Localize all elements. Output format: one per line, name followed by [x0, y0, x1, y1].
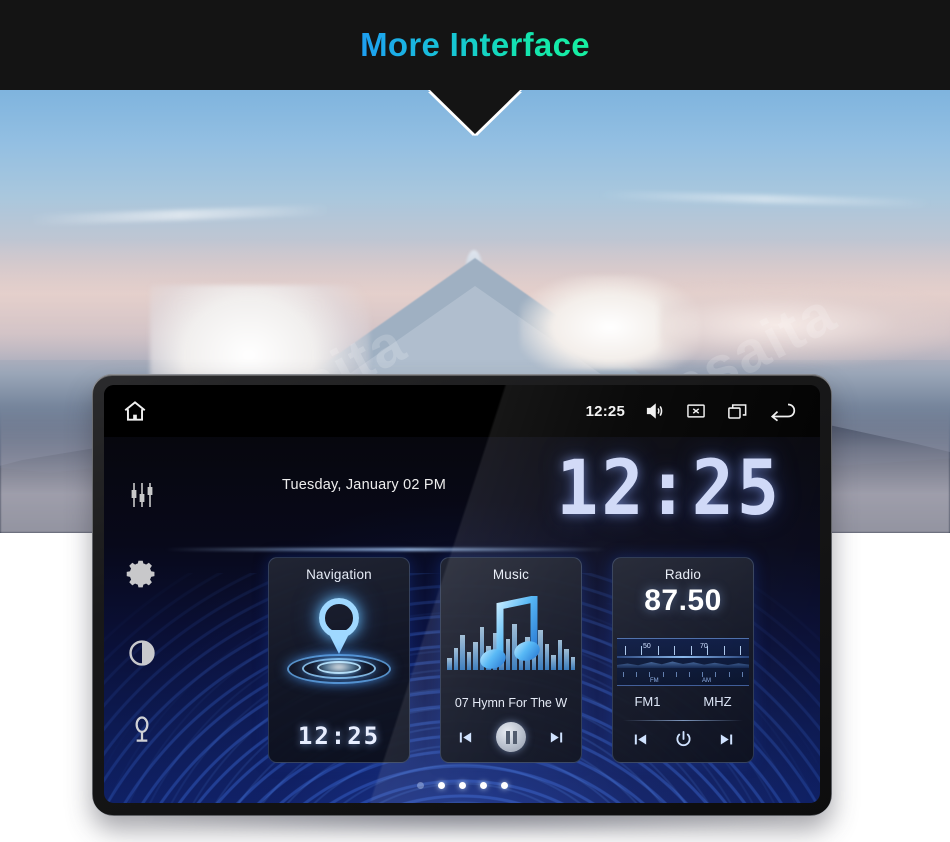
music-note-graphic — [441, 596, 581, 686]
radio-card-title: Radio — [664, 567, 702, 582]
close-box-icon[interactable] — [685, 400, 707, 422]
recent-apps-icon[interactable] — [726, 400, 749, 423]
device-screen: 12:25 Tuesday, January 02 PM 12:25 Navig… — [104, 385, 820, 803]
power-icon[interactable] — [673, 729, 694, 750]
status-bar: 12:25 — [104, 385, 820, 437]
sidebar — [104, 437, 180, 803]
page-dot-1[interactable] — [416, 782, 424, 789]
navigation-graphic — [269, 582, 409, 690]
tuner-band-label-fm: FM — [650, 678, 659, 684]
tuner-scale-bar — [617, 656, 749, 658]
status-bar-right: 12:25 — [586, 398, 798, 424]
radio-tuner-scale[interactable]: 50 70 FM AM — [617, 638, 749, 686]
next-track-icon[interactable] — [548, 729, 565, 746]
page-dot-4[interactable] — [479, 782, 487, 789]
tuner-band-label-am: AM — [702, 678, 711, 684]
tuner-signal-wave — [617, 661, 749, 668]
hero-cloud-streak-right — [599, 190, 931, 208]
nav-ring-glow — [316, 658, 362, 676]
pause-icon[interactable] — [496, 722, 526, 752]
volume-icon[interactable] — [644, 400, 666, 422]
tuner-major-ticks — [617, 644, 749, 656]
hero-cloud-streak — [29, 204, 331, 226]
radio-band[interactable]: FM1 — [634, 694, 660, 709]
navigation-card-title: Navigation — [306, 567, 372, 582]
previous-track-icon[interactable] — [457, 729, 474, 746]
page-dot-2[interactable] — [437, 782, 445, 789]
tuner-number-2: 70 — [700, 643, 708, 650]
music-card[interactable]: Music 07 Hymn For The W — [440, 557, 582, 763]
chevron-down-icon — [430, 90, 520, 134]
header-band: More Interface — [0, 0, 950, 90]
clock-divider-glow — [164, 548, 608, 551]
sidebar-item-microphone[interactable] — [126, 714, 158, 746]
date-label: Tuesday, January 02 PM — [282, 477, 446, 493]
previous-station-icon[interactable] — [632, 731, 649, 748]
home-icon[interactable] — [122, 398, 148, 424]
navigation-card[interactable]: Navigation 12:25 — [268, 557, 410, 763]
sidebar-item-brightness[interactable] — [126, 637, 158, 669]
navigation-card-clock: 12:25 — [297, 722, 381, 750]
radio-unit: MHZ — [703, 694, 732, 709]
sidebar-item-settings[interactable] — [125, 557, 159, 591]
sidebar-item-equalizer[interactable] — [125, 478, 159, 512]
next-station-icon[interactable] — [718, 731, 735, 748]
clock-panel: Tuesday, January 02 PM 12:25 — [180, 437, 820, 549]
music-note-icon — [480, 596, 540, 669]
large-clock: 12:25 — [556, 443, 782, 533]
status-bar-clock: 12:25 — [585, 402, 625, 420]
map-pin-icon — [319, 598, 359, 638]
radio-card[interactable]: Radio 87.50 50 70 FM AM FM1 MHZ — [612, 557, 754, 763]
widget-cards: Navigation 12:25 Music 07 Hymn For The W… — [180, 557, 820, 767]
music-track-title: 07 Hymn For The W — [454, 696, 568, 710]
status-bar-left — [122, 398, 148, 424]
page-dot-3[interactable] — [458, 782, 466, 789]
car-head-unit-device: 12:25 Tuesday, January 02 PM 12:25 Navig… — [92, 374, 832, 816]
radio-band-row: FM1 MHZ — [613, 694, 753, 709]
tuner-minor-ticks — [617, 670, 749, 678]
radio-frequency: 87.50 — [644, 584, 722, 617]
radio-divider — [623, 720, 743, 721]
screenshot-root: More Interface dasaita dasaita — [0, 0, 950, 842]
music-card-title: Music — [492, 567, 530, 582]
radio-controls — [613, 729, 753, 750]
page-dot-5[interactable] — [500, 782, 508, 789]
back-arrow-icon[interactable] — [768, 398, 798, 424]
music-controls — [441, 722, 581, 752]
page-title: More Interface — [360, 26, 590, 63]
page-indicator[interactable] — [104, 782, 820, 789]
tuner-number-1: 50 — [643, 643, 651, 650]
